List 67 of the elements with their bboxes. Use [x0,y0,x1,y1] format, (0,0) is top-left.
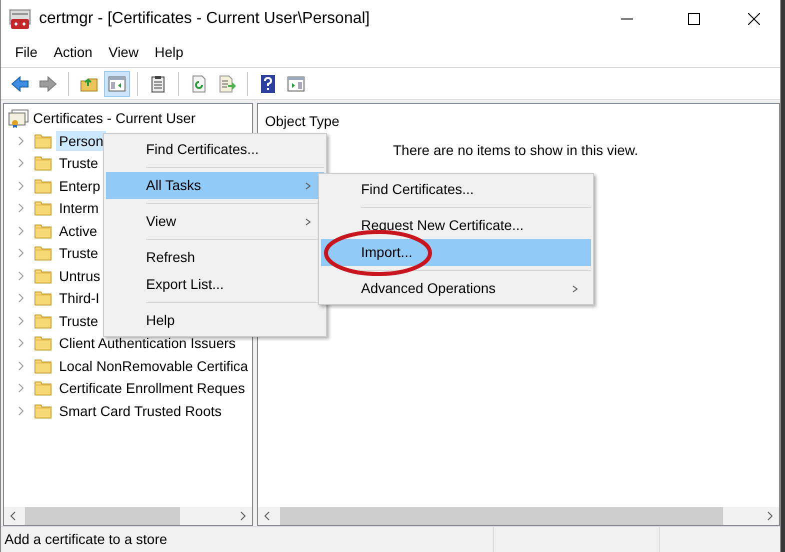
expand-icon[interactable] [16,270,26,281]
forward-arrow-icon [38,74,58,94]
status-text: Add a certificate to a store [4,530,168,549]
tree-item[interactable]: Person [56,130,106,151]
folder-icon [34,334,52,352]
back-arrow-icon [10,74,30,94]
folder-icon [34,154,52,172]
expand-icon[interactable] [16,316,26,326]
folder-icon [34,402,52,420]
menu-item[interactable]: View [100,40,147,65]
console-tree-icon [107,74,127,94]
certificates-icon [8,108,30,128]
menu-item[interactable]: Action [46,40,100,65]
close-icon [748,13,760,25]
menu-item[interactable]: Request New Certificate... [321,212,591,239]
folder-icon [34,222,52,240]
expand-icon[interactable] [16,203,26,214]
action-pane-icon [286,74,306,94]
folder-icon [34,379,52,398]
menu-item[interactable]: Help [146,40,192,65]
help-icon [258,74,278,94]
expand-icon[interactable] [16,360,26,371]
window-title: certmgr - [Certificates - Current User\Personal] [39,9,370,29]
menu-item[interactable]: All Tasks [106,172,324,199]
expand-icon[interactable] [16,406,26,416]
expand-icon[interactable] [16,338,26,348]
expand-icon[interactable] [16,293,26,304]
folder-icon [34,132,52,150]
folder-icon [34,199,52,218]
tree-item[interactable]: Truste [56,310,102,331]
menu-item[interactable]: Find Certificates... [321,176,591,203]
tree-item[interactable]: Interm [56,198,102,218]
tree-item[interactable]: Active [56,220,100,241]
expand-icon[interactable] [16,226,26,236]
expand-icon[interactable] [16,136,26,146]
tree-item[interactable]: Untrus [56,266,104,286]
tree-item[interactable]: Certificate Enrollment Reques [56,378,248,398]
expand-icon[interactable] [16,180,26,191]
tree-item[interactable]: Enterp [56,176,104,196]
folder-icon [34,244,52,262]
expand-icon[interactable] [16,383,26,394]
tree-item[interactable]: Third-I [56,288,102,308]
expand-icon[interactable] [16,158,26,168]
menu-item[interactable]: Import... [321,239,591,266]
tree-item[interactable]: Local NonRemovable Certifica [56,356,252,376]
expand-icon[interactable] [16,248,26,258]
menu-item[interactable]: Advanced Operations [321,275,591,302]
export-list-icon [217,74,237,94]
menu-item[interactable]: Help [106,307,324,334]
empty-message: There are no items to show in this view. [393,142,638,158]
menu-item[interactable]: Find Certificates... [106,136,324,163]
scrollbar-thumb[interactable] [25,507,180,525]
folder-icon [34,289,52,308]
folder-icon [34,266,52,285]
tree-item[interactable]: Certificates - Current User [30,108,199,128]
toolbar-button[interactable] [104,70,130,96]
tree-item[interactable]: Smart Card Trusted Roots [56,400,225,421]
folder-icon [34,176,52,195]
scrollbar[interactable] [4,507,252,525]
menu-item[interactable]: File [7,40,46,65]
app-icon [9,8,31,30]
tree-item[interactable]: Truste [56,243,102,264]
tree-item[interactable]: Truste [56,153,102,174]
tree-item[interactable]: Client Authentication Issuers [56,333,239,354]
folder-icon [34,312,52,330]
folder-icon [34,356,52,375]
maximize-icon [688,13,700,25]
